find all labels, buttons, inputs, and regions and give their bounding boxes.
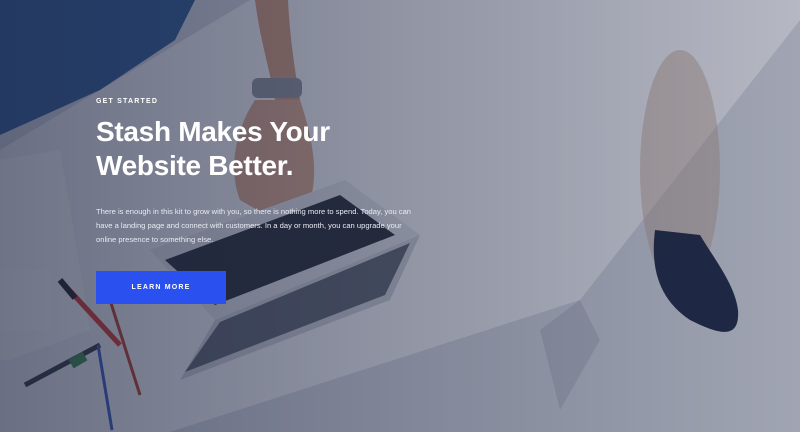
hero-section: GET STARTED Stash Makes Your Website Bet…	[0, 0, 800, 432]
eyebrow-label: GET STARTED	[96, 98, 159, 105]
hero-description: There is enough in this kit to grow with…	[96, 207, 412, 244]
title-line-1: Stash Makes Your	[96, 116, 330, 147]
page-title: Stash Makes Your Website Better.	[96, 115, 426, 183]
learn-more-button[interactable]: LEARN MORE	[96, 271, 226, 304]
hero-content: GET STARTED Stash Makes Your Website Bet…	[96, 98, 426, 304]
title-line-2: Website Better.	[96, 150, 294, 181]
